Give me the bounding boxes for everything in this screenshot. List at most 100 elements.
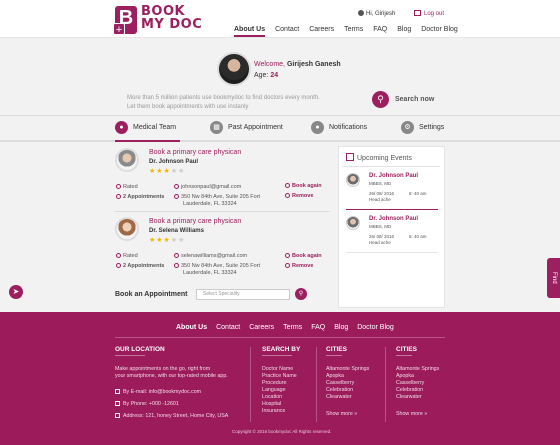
event-doctor-avatar[interactable] bbox=[346, 173, 360, 187]
book-again-button[interactable]: Book again bbox=[285, 183, 322, 190]
city-item[interactable]: Casselberry bbox=[326, 380, 369, 387]
find-tab[interactable]: Find bbox=[547, 258, 560, 298]
remove-button[interactable]: Remove bbox=[285, 263, 313, 270]
nav-terms[interactable]: Terms bbox=[344, 26, 363, 37]
city-item[interactable]: Clearwater bbox=[326, 394, 369, 401]
search-by-item[interactable]: Procedure bbox=[262, 380, 297, 387]
doctor-name[interactable]: Dr. Selena Williams bbox=[149, 228, 204, 234]
footer-nav-careers[interactable]: Careers bbox=[249, 324, 274, 331]
bell-icon: ● bbox=[311, 121, 324, 134]
heading-underline bbox=[115, 355, 145, 356]
heading-underline bbox=[396, 355, 412, 356]
phone-icon bbox=[115, 401, 120, 406]
tab-settings[interactable]: ⚙ Settings bbox=[401, 121, 444, 134]
event-doctor-name[interactable]: Dr. Johnson Paul bbox=[369, 216, 418, 222]
footer-nav-about-us[interactable]: About Us bbox=[176, 324, 207, 331]
footer-search-by-title: SEARCH BY bbox=[262, 346, 301, 353]
calendar-icon bbox=[116, 263, 121, 268]
search-by-item[interactable]: Practice Name bbox=[262, 373, 297, 380]
city-item[interactable]: Celebration bbox=[396, 387, 439, 394]
search-by-item[interactable]: Insurance bbox=[262, 408, 297, 415]
city-item[interactable]: Altamonte Springs bbox=[326, 366, 369, 373]
city-item[interactable]: Apopka bbox=[396, 373, 439, 380]
book-icon bbox=[285, 183, 290, 188]
close-icon bbox=[285, 193, 290, 198]
doctor-icon: ● bbox=[115, 121, 128, 134]
speciality-select[interactable]: Select Speciality bbox=[196, 289, 290, 300]
location-icon bbox=[174, 263, 179, 268]
logo-text[interactable]: BOOK MY DOC bbox=[141, 5, 202, 31]
search-by-item[interactable]: Hospital bbox=[262, 401, 297, 408]
remove-button[interactable]: Remove bbox=[285, 193, 313, 200]
doctor-avatar[interactable] bbox=[115, 217, 139, 241]
nav-about-us[interactable]: About Us bbox=[234, 26, 266, 37]
user-greeting-text: Hi, Girijesh bbox=[366, 11, 396, 17]
book-again-label: Book again bbox=[292, 253, 322, 259]
nav-blog[interactable]: Blog bbox=[397, 26, 411, 37]
copyright: Copyright © 2016 bookmydoc All Rights re… bbox=[232, 429, 332, 434]
event-doctor-name[interactable]: Dr. Johnson Paul bbox=[369, 173, 418, 179]
footer-nav-doctor-blog[interactable]: Doctor Blog bbox=[357, 324, 394, 331]
address-line-1: 350 Nw 84th Ave, Suite 205 Fort bbox=[181, 194, 261, 200]
logo-line-2: MY DOC bbox=[141, 17, 203, 32]
city-item[interactable]: Apopka bbox=[326, 373, 369, 380]
footer-nav-faq[interactable]: FAQ bbox=[311, 324, 325, 331]
nav-faq[interactable]: FAQ bbox=[373, 26, 387, 37]
rated-icon bbox=[116, 253, 121, 258]
share-icon: ➤ bbox=[12, 287, 20, 296]
footer-nav-blog[interactable]: Blog bbox=[334, 324, 348, 331]
footer-divider bbox=[115, 337, 445, 338]
city-item[interactable]: Celebration bbox=[326, 387, 369, 394]
search-by-item[interactable]: Location bbox=[262, 394, 297, 401]
search-by-item[interactable]: Language bbox=[262, 387, 297, 394]
logout-label: Log out bbox=[424, 11, 445, 17]
footer-nav-contact[interactable]: Contact bbox=[216, 324, 240, 331]
doctor-avatar[interactable] bbox=[115, 148, 139, 172]
footer-column-divider bbox=[316, 347, 317, 422]
search-now-button[interactable]: ⚲ bbox=[372, 91, 389, 108]
city-item[interactable]: Altamonte Springs bbox=[396, 366, 439, 373]
book-again-button[interactable]: Book again bbox=[285, 253, 322, 260]
event-separator bbox=[346, 209, 438, 210]
event-degree: MBBS, MD bbox=[369, 224, 392, 229]
logout-link[interactable]: Log out bbox=[414, 10, 444, 17]
book-physician-link[interactable]: Book a primary care physican bbox=[149, 149, 241, 156]
appointments-count: 2 Appointments bbox=[116, 194, 164, 201]
tab-settings-label: Settings bbox=[419, 124, 445, 131]
show-more-link[interactable]: Show more » bbox=[326, 411, 357, 418]
tab-notifications[interactable]: ● Notifications bbox=[311, 121, 367, 134]
promo-line-1: More than 5 million patients use bookmyd… bbox=[127, 95, 320, 101]
share-button[interactable]: ➤ bbox=[9, 285, 23, 299]
calendar-icon bbox=[116, 194, 121, 199]
event-doctor-avatar[interactable] bbox=[346, 216, 360, 230]
speciality-go-button[interactable]: ⚲ bbox=[295, 288, 307, 300]
remove-label: Remove bbox=[292, 263, 314, 269]
nav-careers[interactable]: Careers bbox=[309, 26, 334, 37]
age-label: Age: bbox=[254, 72, 269, 79]
tab-medical-team[interactable]: ● Medical Team bbox=[115, 121, 176, 134]
doctor-email[interactable]: johnsonpaul@gmail.com bbox=[174, 184, 241, 191]
show-more-label: Show more bbox=[326, 411, 353, 417]
nav-contact[interactable]: Contact bbox=[275, 26, 299, 37]
show-more-link[interactable]: Show more » bbox=[396, 411, 427, 418]
doctor-name[interactable]: Dr. Johnson Paul bbox=[149, 159, 198, 165]
nav-doctor-blog[interactable]: Doctor Blog bbox=[421, 26, 458, 37]
city-item[interactable]: Casselberry bbox=[396, 380, 439, 387]
search-now-label[interactable]: Search now bbox=[395, 96, 434, 103]
doctor-email[interactable]: selenawilliams@gmail.com bbox=[174, 253, 247, 260]
tab-past-appointment[interactable]: ▦ Past Appointment bbox=[210, 121, 283, 134]
heading-underline bbox=[262, 355, 292, 356]
book-physician-link[interactable]: Book a primary care physican bbox=[149, 218, 241, 225]
user-greeting[interactable]: Hi, Girijesh bbox=[358, 10, 395, 17]
profile-avatar[interactable] bbox=[217, 52, 251, 86]
upcoming-events-title: Upcoming Events bbox=[346, 153, 412, 162]
mail-icon bbox=[115, 389, 120, 394]
search-by-item[interactable]: Doctor Name bbox=[262, 366, 297, 373]
footer-email[interactable]: By E-mail: info@bookmydoc.com bbox=[115, 389, 201, 396]
doctor-email-text: selenawilliams@gmail.com bbox=[181, 253, 248, 259]
address-line-2: Lauderdale, FL 33324 bbox=[183, 270, 237, 276]
event-time: 8: 40 am bbox=[409, 234, 427, 239]
footer-nav-terms[interactable]: Terms bbox=[283, 324, 302, 331]
city-item[interactable]: Clearwater bbox=[396, 394, 439, 401]
footer-phone[interactable]: By Phone: +000 -12601 bbox=[115, 401, 179, 408]
